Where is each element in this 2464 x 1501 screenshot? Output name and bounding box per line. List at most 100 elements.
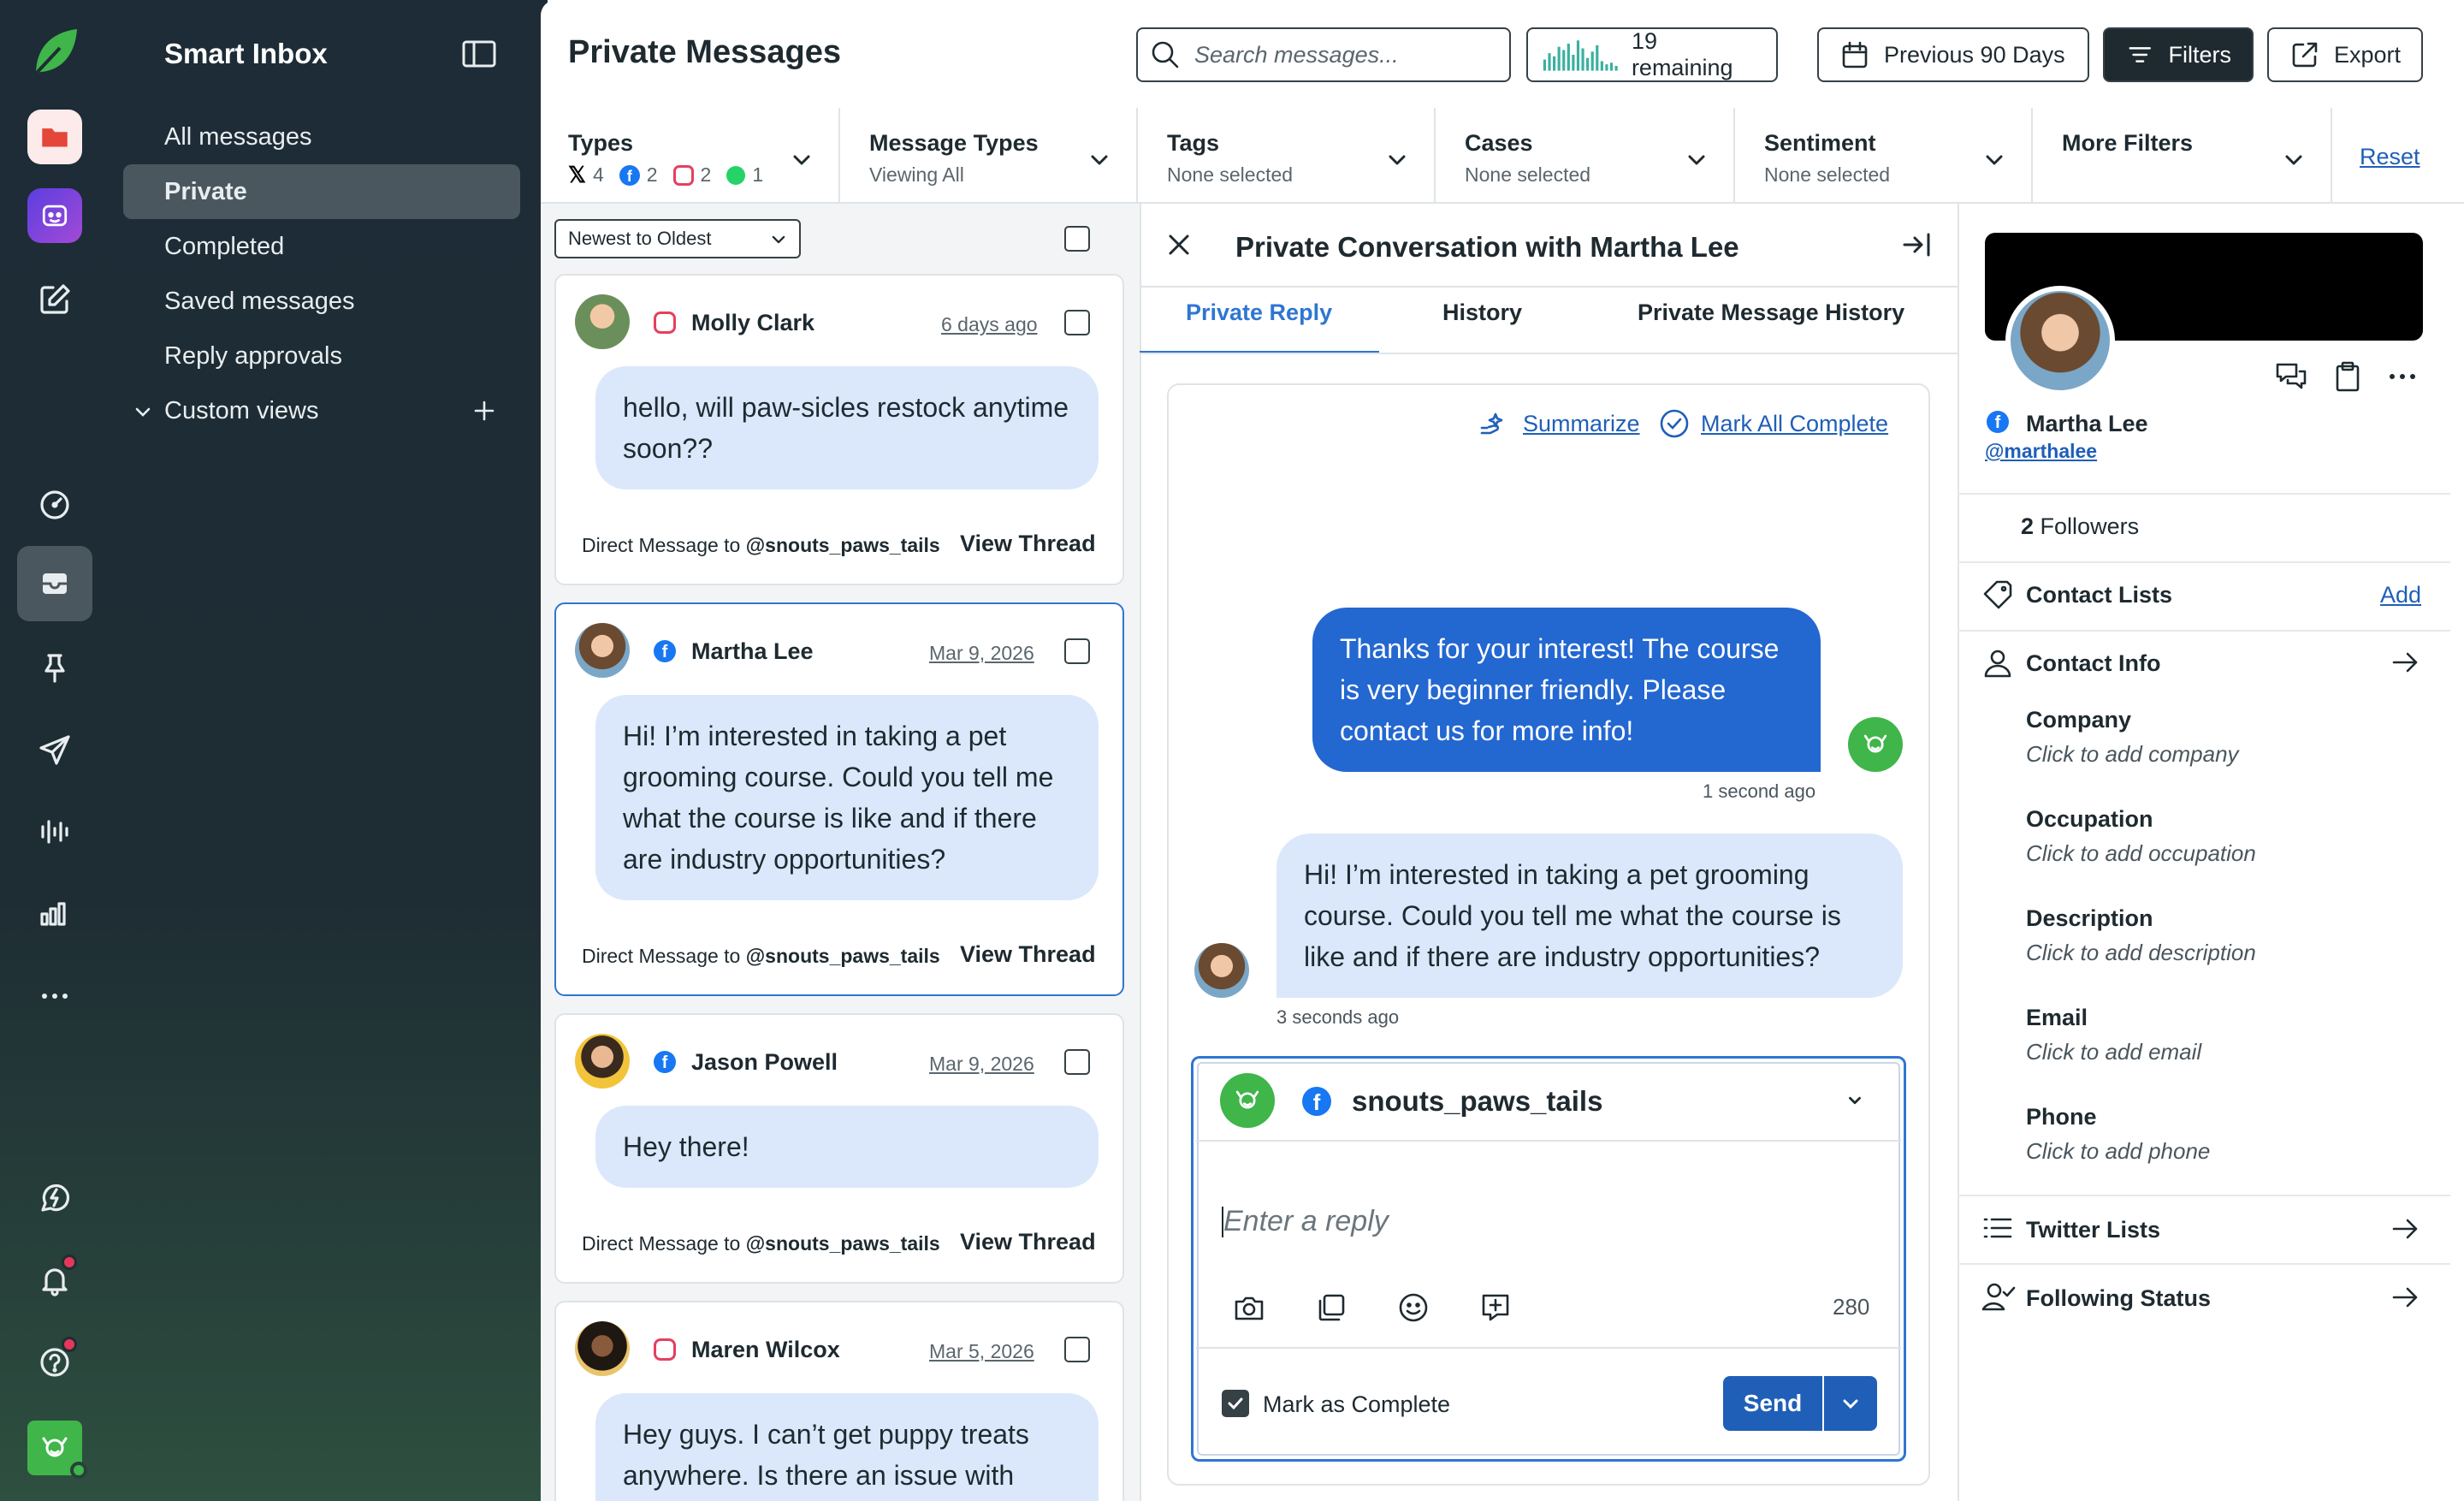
dashboard-button[interactable] <box>17 467 92 543</box>
send-button[interactable]: Send <box>1723 1376 1822 1431</box>
occupation-value[interactable]: Click to add occupation <box>2026 840 2256 867</box>
message-checkbox[interactable] <box>1064 1049 1090 1075</box>
summarize-link[interactable]: Summarize <box>1523 411 1640 437</box>
sparkle-hand-icon <box>1480 412 1503 435</box>
inbox-button[interactable] <box>17 546 92 621</box>
filter-sentiment[interactable]: Sentiment None selected <box>1735 108 2033 202</box>
filter-tags[interactable]: Tags None selected <box>1138 108 1436 202</box>
filter-message-types[interactable]: Message Types Viewing All <box>840 108 1138 202</box>
notification-dot <box>62 1255 77 1270</box>
emoji-button[interactable] <box>1396 1290 1430 1329</box>
message-checkbox[interactable] <box>1064 310 1090 335</box>
section-divider <box>1958 493 2450 495</box>
profile-handle-link[interactable]: @marthalee <box>1985 440 2097 463</box>
whats-new-button[interactable] <box>17 1160 92 1236</box>
message-date: Mar 9, 2026 <box>929 1053 1034 1075</box>
message-preview: Hi! I’m interested in taking a pet groom… <box>595 695 1099 900</box>
account-dropdown-chevron-icon[interactable] <box>1845 1090 1865 1111</box>
mark-complete-checkbox[interactable] <box>1222 1390 1249 1417</box>
date-range-button[interactable]: Previous 90 Days <box>1817 27 2089 82</box>
photo-button[interactable] <box>1232 1290 1266 1329</box>
notes-button[interactable] <box>2331 359 2365 398</box>
compose-icon <box>40 284 70 314</box>
publishing-button[interactable] <box>17 712 92 787</box>
description-value[interactable]: Click to add description <box>2026 940 2256 966</box>
add-contact-list-link[interactable]: Add <box>2380 582 2421 608</box>
listening-button[interactable] <box>17 794 92 869</box>
add-custom-view-icon[interactable] <box>472 399 496 423</box>
message-card[interactable]: Maren Wilcox Mar 5, 2026 Hey guys. I can… <box>554 1301 1124 1501</box>
message-checkbox[interactable] <box>1064 1337 1090 1362</box>
reply-input[interactable]: Enter a reply <box>1223 1205 1874 1238</box>
twitter-lists-arrow-icon[interactable] <box>2390 1215 2421 1247</box>
select-all-checkbox[interactable] <box>1064 226 1090 252</box>
sort-select[interactable]: Newest to Oldest <box>554 219 801 258</box>
view-thread-link[interactable]: View Thread <box>960 531 1096 557</box>
profile-name: Martha Lee <box>2026 411 2148 436</box>
following-status-arrow-icon[interactable] <box>2390 1284 2421 1315</box>
remaining-usage-indicator[interactable]: 19 remaining <box>1526 27 1778 82</box>
close-icon[interactable] <box>1165 231 1193 258</box>
saved-reply-button[interactable] <box>1478 1290 1513 1329</box>
compose-button[interactable] <box>17 262 92 337</box>
export-button[interactable]: Export <box>2267 27 2423 82</box>
sidebar-item-label: All messages <box>164 122 312 151</box>
outgoing-timestamp: 1 second ago <box>1703 780 1816 802</box>
filter-cases[interactable]: Cases None selected <box>1436 108 1735 202</box>
x-count: 4 <box>592 163 604 186</box>
sidebar-item-saved-messages[interactable]: Saved messages <box>123 274 520 329</box>
tasks-button[interactable] <box>17 630 92 705</box>
dm-handle: @snouts_paws_tails <box>745 945 940 967</box>
view-thread-link[interactable]: View Thread <box>960 1229 1096 1255</box>
sidebar-item-custom-views[interactable]: Custom views <box>123 383 520 438</box>
message-card-selected[interactable]: f Martha Lee Mar 9, 2026 Hi! I’m interes… <box>554 602 1124 996</box>
chevron-down-icon <box>1688 155 1705 165</box>
more-horizontal-icon <box>42 994 68 999</box>
more-options-button[interactable] <box>2385 363 2420 395</box>
send-options-button[interactable] <box>1824 1376 1877 1431</box>
mark-all-complete-link[interactable]: Mark All Complete <box>1701 411 1888 437</box>
sparkline-bar <box>1562 50 1566 71</box>
sprout-logo-icon[interactable] <box>29 26 82 79</box>
inbox-folder-app-button[interactable] <box>17 99 92 175</box>
collapse-panel-icon[interactable] <box>1901 231 1932 258</box>
usage-sparkline-icon <box>1543 40 1618 71</box>
company-value[interactable]: Click to add company <box>2026 741 2239 768</box>
filters-button[interactable]: Filters <box>2103 27 2254 82</box>
collapse-sidebar-button[interactable] <box>462 39 496 68</box>
tab-history[interactable]: History <box>1442 300 1522 326</box>
sidebar-item-reply-approvals[interactable]: Reply approvals <box>123 329 520 383</box>
profile-avatar[interactable] <box>27 1421 87 1479</box>
sidebar-item-completed[interactable]: Completed <box>123 219 520 274</box>
search-input[interactable]: Search messages... <box>1136 27 1511 82</box>
avatar <box>575 294 630 349</box>
occupation-label: Occupation <box>2026 806 2153 832</box>
message-checkbox[interactable] <box>1064 638 1090 664</box>
reports-button[interactable] <box>17 876 92 952</box>
composer-divider <box>1196 1140 1901 1142</box>
chevron-down-icon <box>2285 155 2302 165</box>
filter-types[interactable]: Types 𝕏4 f2 2 1 <box>541 108 840 202</box>
phone-value[interactable]: Click to add phone <box>2026 1138 2210 1165</box>
more-apps-button[interactable] <box>17 958 92 1034</box>
contact-info-arrow-icon[interactable] <box>2390 649 2421 680</box>
tab-private-message-history[interactable]: Private Message History <box>1638 300 1904 326</box>
dm-target: Direct Message to @snouts_paws_tails <box>582 1232 940 1255</box>
filter-more[interactable]: More Filters <box>2033 108 2332 202</box>
help-button[interactable] <box>17 1325 92 1400</box>
sidebar-item-all-messages[interactable]: All messages <box>123 110 520 164</box>
media-library-button[interactable] <box>1314 1290 1348 1329</box>
reset-filters-link[interactable]: Reset <box>2360 144 2420 170</box>
conversation-button[interactable] <box>2274 359 2308 398</box>
notifications-button[interactable] <box>17 1243 92 1318</box>
contact-info-label: Contact Info <box>2026 650 2161 676</box>
email-value[interactable]: Click to add email <box>2026 1039 2201 1065</box>
sparkline-bar <box>1581 48 1584 71</box>
message-card[interactable]: Molly Clark 6 days ago hello, will paw-s… <box>554 274 1124 585</box>
ai-assistant-button[interactable] <box>17 178 92 253</box>
section-divider <box>1958 561 2450 563</box>
view-thread-link[interactable]: View Thread <box>960 941 1096 968</box>
tab-private-reply[interactable]: Private Reply <box>1186 300 1332 326</box>
message-card[interactable]: f Jason Powell Mar 9, 2026 Hey there! Di… <box>554 1013 1124 1284</box>
sidebar-item-private[interactable]: Private <box>123 164 520 219</box>
